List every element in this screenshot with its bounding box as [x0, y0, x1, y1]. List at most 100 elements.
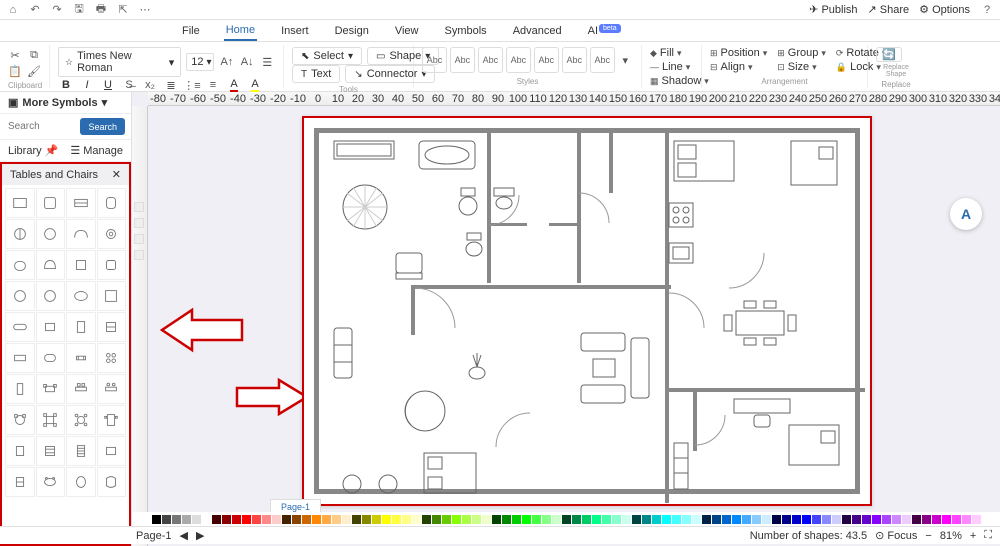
color-swatch[interactable]: [222, 515, 231, 524]
prev-page-icon[interactable]: ◀: [179, 529, 187, 542]
decrease-font-icon[interactable]: A↓: [240, 54, 255, 70]
color-swatch[interactable]: [732, 515, 741, 524]
highlight-icon[interactable]: A: [247, 77, 263, 93]
color-swatch[interactable]: [282, 515, 291, 524]
shape-thumb[interactable]: [5, 436, 35, 466]
tab-view[interactable]: View: [393, 22, 421, 40]
color-swatch[interactable]: [322, 515, 331, 524]
ai-float-button[interactable]: A: [950, 198, 982, 230]
color-swatch[interactable]: [382, 515, 391, 524]
color-swatch[interactable]: [212, 515, 221, 524]
shape-thumb[interactable]: [66, 188, 96, 218]
shape-thumb[interactable]: [5, 281, 35, 311]
color-swatch[interactable]: [332, 515, 341, 524]
shape-thumb[interactable]: [66, 281, 96, 311]
shape-thumb[interactable]: [5, 250, 35, 280]
size-button[interactable]: ⊡ Size ▾: [777, 61, 826, 73]
shape-thumb[interactable]: [97, 312, 127, 342]
shadow-button[interactable]: ▦ Shadow ▾: [650, 75, 693, 87]
color-swatch[interactable]: [842, 515, 851, 524]
options-button[interactable]: ⚙ Options: [919, 3, 970, 16]
color-swatch[interactable]: [192, 515, 201, 524]
color-swatch[interactable]: [662, 515, 671, 524]
color-swatch[interactable]: [872, 515, 881, 524]
page-indicator[interactable]: Page-1: [136, 530, 171, 542]
color-swatch[interactable]: [682, 515, 691, 524]
font-select[interactable]: ☆Times New Roman▾: [58, 47, 181, 77]
color-swatch[interactable]: [582, 515, 591, 524]
color-swatch[interactable]: [802, 515, 811, 524]
color-swatch[interactable]: [272, 515, 281, 524]
color-swatch[interactable]: [412, 515, 421, 524]
color-swatch[interactable]: [962, 515, 971, 524]
color-swatch[interactable]: [172, 515, 181, 524]
color-swatch[interactable]: [672, 515, 681, 524]
color-swatch[interactable]: [462, 515, 471, 524]
shape-thumb[interactable]: [36, 312, 66, 342]
style-preset[interactable]: Abc: [562, 47, 587, 73]
color-swatch[interactable]: [152, 515, 161, 524]
shape-thumb[interactable]: [36, 436, 66, 466]
color-swatch[interactable]: [762, 515, 771, 524]
zoom-out-icon[interactable]: −: [925, 530, 931, 542]
color-swatch[interactable]: [452, 515, 461, 524]
color-swatch[interactable]: [312, 515, 321, 524]
color-swatch[interactable]: [402, 515, 411, 524]
publish-button[interactable]: ✈ Publish: [809, 3, 857, 16]
shape-thumb[interactable]: [97, 374, 127, 404]
color-swatch[interactable]: [792, 515, 801, 524]
color-swatch[interactable]: [262, 515, 271, 524]
style-preset[interactable]: Abc: [590, 47, 615, 73]
line-button[interactable]: — Line ▾: [650, 61, 693, 73]
color-swatch[interactable]: [532, 515, 541, 524]
color-swatch[interactable]: [392, 515, 401, 524]
tab-symbols[interactable]: Symbols: [443, 22, 489, 40]
shape-thumb[interactable]: [5, 188, 35, 218]
color-swatch[interactable]: [862, 515, 871, 524]
color-swatch[interactable]: [502, 515, 511, 524]
color-swatch[interactable]: [292, 515, 301, 524]
tab-design[interactable]: Design: [333, 22, 371, 40]
styles-more-icon[interactable]: ▾: [618, 52, 633, 68]
shape-thumb[interactable]: [5, 405, 35, 435]
redo-icon[interactable]: ↷: [50, 3, 64, 17]
text-color-icon[interactable]: A: [226, 77, 242, 93]
shape-thumb[interactable]: [66, 405, 96, 435]
color-swatch[interactable]: [572, 515, 581, 524]
color-swatch[interactable]: [542, 515, 551, 524]
color-swatch[interactable]: [562, 515, 571, 524]
shape-thumb[interactable]: [5, 374, 35, 404]
color-swatch[interactable]: [952, 515, 961, 524]
align-left-icon[interactable]: ☰: [260, 54, 275, 70]
color-swatch[interactable]: [552, 515, 561, 524]
line-spacing-icon[interactable]: ≣: [163, 77, 179, 93]
shape-thumb[interactable]: [97, 219, 127, 249]
color-swatch[interactable]: [512, 515, 521, 524]
style-preset[interactable]: Abc: [478, 47, 503, 73]
font-size-select[interactable]: 12▾: [186, 53, 214, 71]
shape-thumb[interactable]: [36, 219, 66, 249]
shape-thumb[interactable]: [66, 343, 96, 373]
undo-icon[interactable]: ↶: [28, 3, 42, 17]
color-swatch[interactable]: [482, 515, 491, 524]
color-swatch[interactable]: [492, 515, 501, 524]
canvas-page[interactable]: [302, 116, 872, 506]
shape-thumb[interactable]: [97, 281, 127, 311]
color-swatch[interactable]: [442, 515, 451, 524]
fit-icon[interactable]: ⛶: [984, 529, 992, 542]
color-swatch[interactable]: [752, 515, 761, 524]
select-button[interactable]: ⬉ Select ▾: [292, 47, 362, 65]
color-swatch[interactable]: [182, 515, 191, 524]
shape-thumb[interactable]: [97, 250, 127, 280]
manage-button[interactable]: ☰ Manage: [70, 144, 123, 157]
style-preset[interactable]: Abc: [506, 47, 531, 73]
color-swatch[interactable]: [602, 515, 611, 524]
shape-thumb[interactable]: [97, 343, 127, 373]
color-swatch[interactable]: [892, 515, 901, 524]
color-swatch[interactable]: [772, 515, 781, 524]
save-icon[interactable]: 🖫: [72, 3, 86, 17]
shape-thumb[interactable]: [66, 250, 96, 280]
color-swatch[interactable]: [932, 515, 941, 524]
underline-button[interactable]: U: [100, 77, 116, 93]
style-preset[interactable]: Abc: [422, 47, 447, 73]
